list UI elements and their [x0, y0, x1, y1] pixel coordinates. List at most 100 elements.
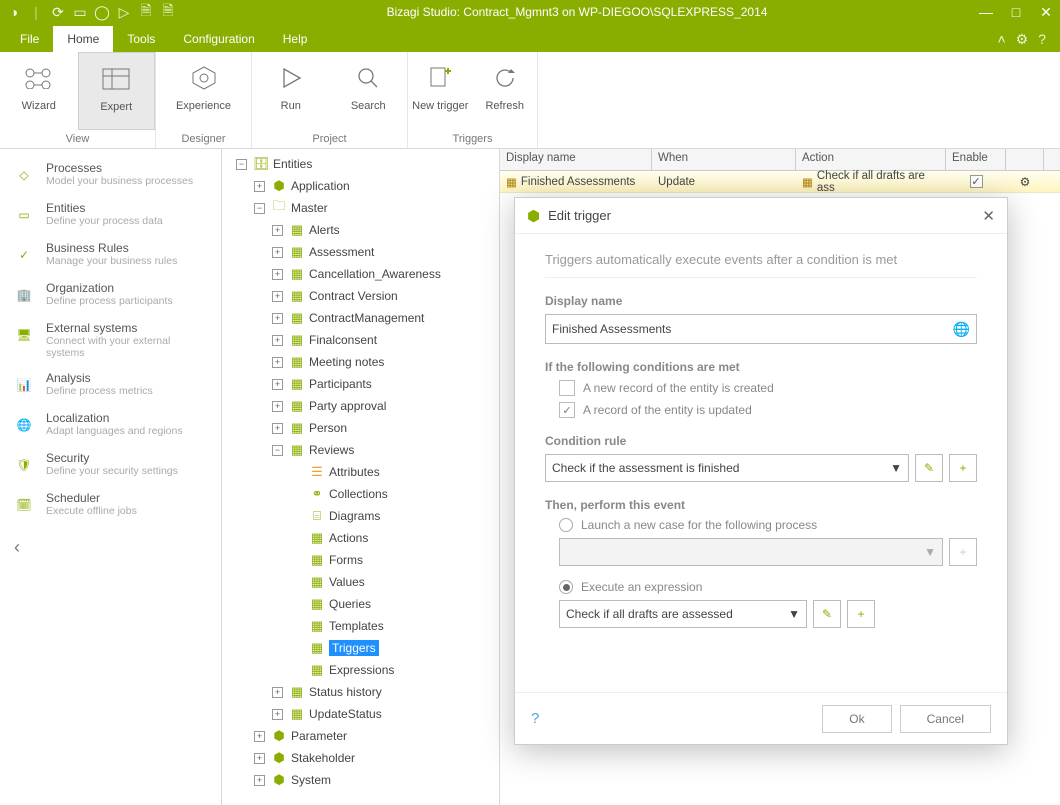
entity-icon: ▦ [289, 442, 305, 458]
tab-help[interactable]: Help [269, 26, 322, 52]
qat-user-icon[interactable]: ◯ [94, 4, 110, 20]
tree-cancellation[interactable]: +▦Cancellation_Awareness [224, 263, 497, 285]
nav-localization[interactable]: 🌐LocalizationAdapt languages and regions [4, 405, 217, 445]
refresh-icon [489, 62, 521, 94]
dialog-close-button[interactable]: ✕ [982, 207, 995, 225]
ribbon-group-triggers: Triggers [408, 130, 537, 148]
tree-entities[interactable]: −🗄Entities [224, 153, 497, 175]
radio-launch-case[interactable]: Launch a new case for the following proc… [559, 518, 977, 532]
edit-expression-button[interactable]: ✎ [813, 600, 841, 628]
enable-checkbox[interactable] [970, 175, 983, 188]
display-name-field[interactable]: 🌐 [545, 314, 977, 344]
dialog-help-icon[interactable]: ? [531, 710, 539, 727]
add-expression-button[interactable]: + [847, 600, 875, 628]
tree-application[interactable]: +⬢Application [224, 175, 497, 197]
tree-finalconsent[interactable]: +▦Finalconsent [224, 329, 497, 351]
ribbon-group-project: Project [252, 130, 407, 148]
entities-icon: ▭ [10, 201, 38, 229]
tree-master[interactable]: −🗀Master [224, 197, 497, 219]
tab-configuration[interactable]: Configuration [169, 26, 268, 52]
entity-icon: ▦ [289, 266, 305, 282]
tab-tools[interactable]: Tools [113, 26, 169, 52]
checkbox-create[interactable]: A new record of the entity is created [559, 380, 977, 396]
help-icon[interactable]: ? [1038, 31, 1046, 48]
nav-external-systems[interactable]: 🖥External systemsConnect with your exter… [4, 315, 217, 365]
ribbon-search[interactable]: Search [330, 52, 408, 130]
qat-doc1-icon[interactable]: 🗎 [138, 4, 154, 20]
entity-icon: ▦ [289, 376, 305, 392]
col-enable[interactable]: Enable [946, 149, 1006, 170]
ribbon-run[interactable]: Run [252, 52, 330, 130]
tree-collections[interactable]: ⚭Collections [224, 483, 497, 505]
row-gear-icon[interactable]: ⚙ [1020, 175, 1031, 189]
col-display-name[interactable]: Display name [500, 149, 652, 170]
tree-templates[interactable]: ▦Templates [224, 615, 497, 637]
tree-status-history[interactable]: +▦Status history [224, 681, 497, 703]
nav-back[interactable]: ‹ [4, 525, 217, 570]
tree-party-approval[interactable]: +▦Party approval [224, 395, 497, 417]
trigger-action-icon: ▦ [802, 175, 813, 189]
ribbon-refresh[interactable]: Refresh [473, 52, 538, 130]
ribbon-expert[interactable]: Expert [78, 52, 156, 130]
edit-rule-button[interactable]: ✎ [915, 454, 943, 482]
tree-meeting-notes[interactable]: +▦Meeting notes [224, 351, 497, 373]
tab-file[interactable]: File [6, 26, 53, 52]
col-when[interactable]: When [652, 149, 796, 170]
tree-stakeholder[interactable]: +⬢Stakeholder [224, 747, 497, 769]
ribbon-experience[interactable]: Experience [156, 52, 251, 130]
maximize-button[interactable]: □ [1008, 4, 1024, 21]
radio-execute-expression[interactable]: Execute an expression [559, 580, 977, 594]
cancel-button[interactable]: Cancel [900, 705, 991, 733]
tree-attributes[interactable]: ☰Attributes [224, 461, 497, 483]
nav-organization[interactable]: 🏢OrganizationDefine process participants [4, 275, 217, 315]
tree-update-status[interactable]: +▦UpdateStatus [224, 703, 497, 725]
ok-button[interactable]: Ok [822, 705, 891, 733]
trigger-grid-header: Display name When Action Enable [500, 149, 1060, 171]
tree-contract-version[interactable]: +▦Contract Version [224, 285, 497, 307]
tree-actions[interactable]: ▦Actions [224, 527, 497, 549]
nav-security[interactable]: 🛡SecurityDefine your security settings [4, 445, 217, 485]
window-title: Bizagi Studio: Contract_Mgmnt3 on WP-DIE… [176, 5, 978, 19]
condition-rule-label: Condition rule [545, 434, 977, 448]
tree-contract-management[interactable]: +▦ContractManagement [224, 307, 497, 329]
tree-parameter[interactable]: +⬢Parameter [224, 725, 497, 747]
collapse-ribbon-icon[interactable]: ˄ [997, 31, 1005, 48]
qat-window-icon[interactable]: ▭ [72, 4, 88, 20]
tree-system[interactable]: +⬢System [224, 769, 497, 791]
tree-queries[interactable]: ▦Queries [224, 593, 497, 615]
minimize-button[interactable]: — [978, 4, 994, 21]
settings-gear-icon[interactable]: ⚙ [1016, 31, 1029, 48]
tree-reviews[interactable]: −▦Reviews [224, 439, 497, 461]
nav-business-rules[interactable]: ✓Business RulesManage your business rule… [4, 235, 217, 275]
tree-participants[interactable]: +▦Participants [224, 373, 497, 395]
tree-assessment[interactable]: +▦Assessment [224, 241, 497, 263]
display-name-input[interactable] [552, 322, 953, 336]
trigger-row[interactable]: ▦Finished Assessments Update ▦Check if a… [500, 171, 1060, 193]
nav-scheduler[interactable]: 🗓SchedulerExecute offline jobs [4, 485, 217, 525]
expression-dropdown[interactable]: Check if all drafts are assessed▼ [559, 600, 807, 628]
tree-diagrams[interactable]: ⌸Diagrams [224, 505, 497, 527]
tree-person[interactable]: +▦Person [224, 417, 497, 439]
close-button[interactable]: ✕ [1038, 4, 1054, 21]
qat-doc2-icon[interactable]: 🗎 [160, 4, 176, 20]
tree-triggers[interactable]: ▦Triggers [224, 637, 497, 659]
ribbon-wizard[interactable]: Wizard [0, 52, 78, 130]
processes-icon: ◇ [10, 161, 38, 189]
qat-play-icon[interactable]: ▷ [116, 4, 132, 20]
ribbon-new-trigger[interactable]: New trigger [408, 52, 473, 130]
nav-processes[interactable]: ◇ProcessesModel your business processes [4, 155, 217, 195]
nav-entities[interactable]: ▭EntitiesDefine your process data [4, 195, 217, 235]
tree-alerts[interactable]: +▦Alerts [224, 219, 497, 241]
tree-expressions[interactable]: ▦Expressions [224, 659, 497, 681]
condition-rule-dropdown[interactable]: Check if the assessment is finished▼ [545, 454, 909, 482]
checkbox-update[interactable]: ✓A record of the entity is updated [559, 402, 977, 418]
localize-icon[interactable]: 🌐 [953, 321, 970, 338]
tree-forms[interactable]: ▦Forms [224, 549, 497, 571]
nav-analysis[interactable]: 📊AnalysisDefine process metrics [4, 365, 217, 405]
add-rule-button[interactable]: + [949, 454, 977, 482]
tab-home[interactable]: Home [53, 26, 113, 52]
ribbon-group-view: View [0, 130, 155, 148]
qat-refresh-icon[interactable]: ⟳ [50, 4, 66, 20]
entity-icon: ▦ [289, 332, 305, 348]
tree-values[interactable]: ▦Values [224, 571, 497, 593]
